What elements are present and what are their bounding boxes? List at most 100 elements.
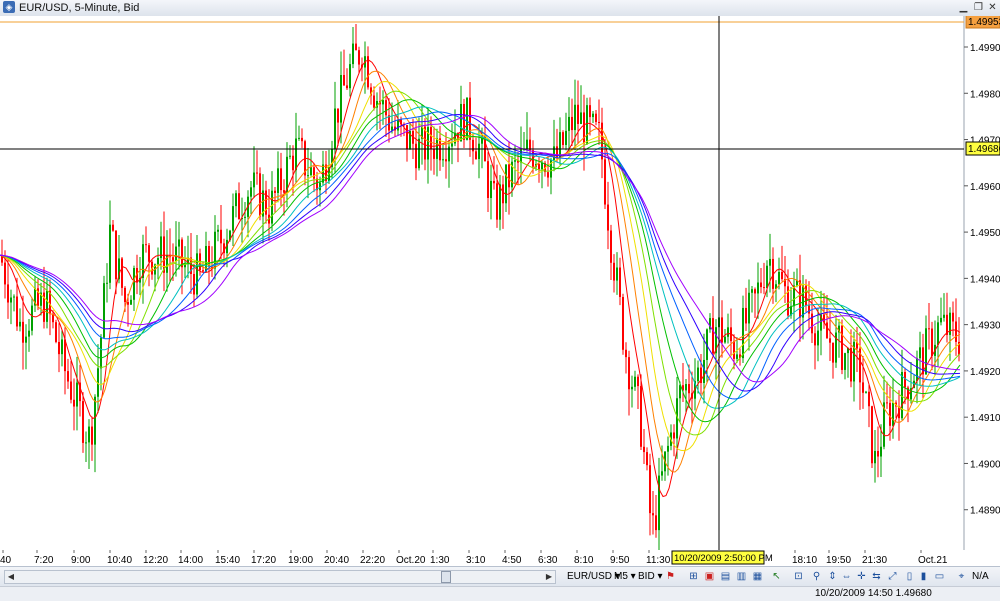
bull-candle bbox=[916, 358, 918, 381]
price-tick-label: 1.49400 bbox=[970, 274, 1000, 285]
bear-candle bbox=[625, 349, 627, 358]
bull-candle bbox=[865, 391, 867, 393]
crosshair-tool-icon[interactable]: ⊡ bbox=[792, 570, 805, 583]
bull-candle bbox=[724, 336, 726, 343]
time-tick-label: 21:30 bbox=[862, 555, 887, 566]
bear-candle bbox=[274, 190, 276, 193]
bull-candle bbox=[310, 167, 312, 176]
layout-three-icon[interactable]: ▭ bbox=[933, 570, 946, 583]
bear-candle bbox=[637, 376, 639, 387]
bull-candle bbox=[751, 289, 753, 293]
bull-candle bbox=[580, 112, 582, 124]
bear-candle bbox=[259, 173, 261, 217]
chart-toolbar: ◀ ▶ EUR/USD ▾ M5 ▾ BID ▾ ⚑ ⊞ ▣ ▤ ▥ ▦ ↖ ⊡… bbox=[0, 566, 1000, 587]
bear-candle bbox=[346, 85, 348, 89]
bear-candle bbox=[91, 426, 93, 445]
bull-candle bbox=[892, 402, 894, 426]
bull-candle bbox=[46, 290, 48, 322]
add-chart-icon[interactable]: ⊞ bbox=[687, 570, 700, 583]
time-tick-label: 8:10 bbox=[574, 555, 594, 566]
zoom-out-icon[interactable]: ⇔ bbox=[840, 570, 853, 583]
bull-candle bbox=[919, 347, 921, 359]
crosshair-time-label: 10/20/2009 2:50:00 PM bbox=[674, 553, 773, 564]
bull-candle bbox=[307, 175, 309, 177]
bull-candle bbox=[157, 258, 159, 265]
price-chart[interactable]: 1.499001.498001.497001.496001.495001.494… bbox=[0, 16, 1000, 550]
bull-candle bbox=[235, 193, 237, 207]
bear-candle bbox=[124, 287, 126, 303]
time-tick-label: 1:30 bbox=[430, 555, 450, 566]
indicator-icon[interactable]: ▤ bbox=[719, 570, 732, 583]
bull-candle bbox=[109, 224, 111, 283]
bull-candle bbox=[217, 229, 219, 232]
bull-candle bbox=[478, 143, 480, 160]
price-type-dropdown[interactable]: BID ▾ bbox=[638, 570, 662, 584]
zoom-in-icon[interactable]: ⇕ bbox=[826, 570, 839, 583]
template-icon[interactable]: ▦ bbox=[751, 570, 764, 583]
bull-candle bbox=[697, 367, 699, 382]
bear-candle bbox=[562, 132, 564, 145]
alert-price-label: 1.49953 bbox=[968, 17, 1000, 28]
bear-candle bbox=[832, 342, 834, 363]
bear-candle bbox=[613, 262, 615, 281]
bull-candle bbox=[616, 267, 618, 281]
na-label: N/A bbox=[972, 571, 989, 582]
layout-two-icon[interactable]: ▮ bbox=[917, 570, 930, 583]
scroll-left-icon[interactable]: ◀ bbox=[5, 571, 17, 583]
bull-candle bbox=[13, 296, 15, 298]
time-tick-label: 14:00 bbox=[178, 555, 203, 566]
bull-candle bbox=[742, 307, 744, 359]
price-tick-label: 1.49900 bbox=[970, 43, 1000, 54]
time-tick-label: 22:20 bbox=[360, 555, 385, 566]
bear-candle bbox=[814, 333, 816, 346]
remove-chart-icon[interactable]: ▣ bbox=[703, 570, 716, 583]
bull-candle bbox=[748, 292, 750, 324]
bull-candle bbox=[574, 104, 576, 131]
close-icon[interactable]: ✕ bbox=[986, 1, 999, 14]
fit-chart-icon[interactable]: ⤢ bbox=[886, 570, 899, 583]
zoom-icon[interactable]: ⚲ bbox=[810, 570, 823, 583]
period-dropdown[interactable]: M5 ▾ bbox=[614, 570, 636, 584]
window-title: EUR/USD, 5-Minute, Bid bbox=[19, 2, 140, 14]
bear-candle bbox=[445, 159, 447, 162]
bull-candle bbox=[514, 160, 516, 162]
time-tick-label: 9:50 bbox=[610, 555, 630, 566]
scroll-time-icon[interactable]: ✛ bbox=[855, 570, 868, 583]
pointer-icon[interactable]: ↖ bbox=[770, 570, 783, 583]
title-bar: ◈ EUR/USD, 5-Minute, Bid ▁ ❐ ✕ bbox=[0, 0, 1000, 17]
minimize-icon[interactable]: ▁ bbox=[957, 1, 970, 14]
restore-icon[interactable]: ❐ bbox=[972, 1, 985, 14]
bear-candle bbox=[121, 258, 123, 288]
bull-candle bbox=[298, 137, 300, 139]
bull-candle bbox=[334, 108, 336, 150]
bull-candle bbox=[736, 354, 738, 359]
bear-candle bbox=[589, 105, 591, 118]
bear-candle bbox=[172, 257, 174, 262]
scroll-right-icon[interactable]: ▶ bbox=[543, 571, 555, 583]
bear-candle bbox=[181, 239, 183, 268]
bear-candle bbox=[280, 168, 282, 191]
time-axis-canvas: 40 7:20 9:00 10:40 12:20 14:00 15:40 17:20 19:00… bbox=[0, 550, 948, 566]
bear-candle bbox=[301, 137, 303, 142]
bull-candle bbox=[769, 258, 771, 266]
symbol-dropdown[interactable]: EUR/USD ▾ bbox=[567, 570, 620, 584]
shrink-icon[interactable]: ⇆ bbox=[870, 570, 883, 583]
bear-candle bbox=[292, 155, 294, 171]
cursor-mode-icon[interactable]: ⌖ bbox=[955, 570, 968, 583]
crosshair-price-tag: 1.49680 bbox=[965, 141, 1000, 156]
bear-candle bbox=[619, 267, 621, 298]
pin-icon[interactable]: ⚑ bbox=[664, 570, 677, 583]
horizontal-scrollbar[interactable]: ◀ ▶ bbox=[4, 570, 556, 584]
bear-candle bbox=[487, 161, 489, 199]
scrollbar-thumb[interactable] bbox=[441, 571, 451, 583]
na-dropdown[interactable]: N/A bbox=[972, 570, 989, 584]
bull-candle bbox=[874, 450, 876, 464]
layout-one-icon[interactable]: ▯ bbox=[903, 570, 916, 583]
chart-type-icon[interactable]: ▥ bbox=[735, 570, 748, 583]
time-tick-label: Oct.20 bbox=[396, 555, 426, 566]
bear-candle bbox=[472, 139, 474, 152]
time-tick-label: Oct.21 bbox=[918, 555, 948, 566]
bear-candle bbox=[850, 347, 852, 382]
time-tick-label: 40 bbox=[0, 555, 12, 566]
price-tick-label: 1.49000 bbox=[970, 459, 1000, 470]
